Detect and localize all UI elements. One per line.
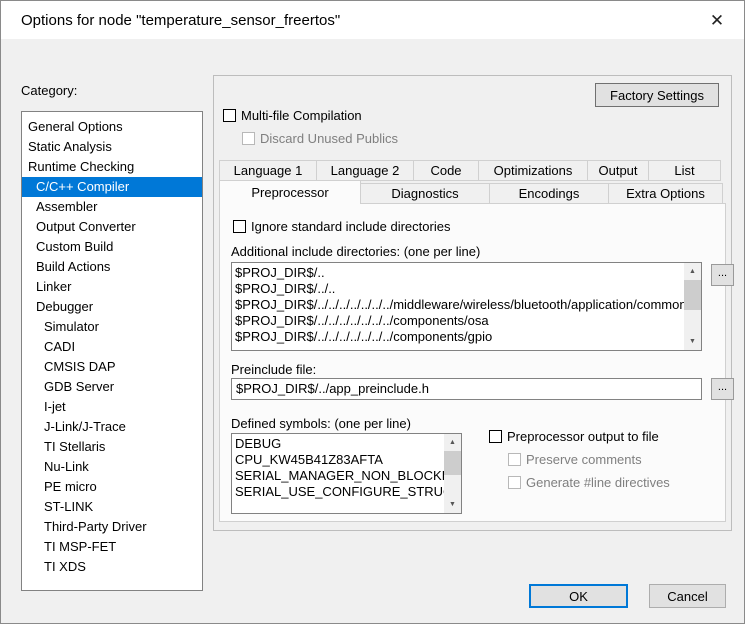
category-item-third-party-driver[interactable]: Third-Party Driver <box>22 517 202 537</box>
checkbox-box[interactable] <box>223 109 236 122</box>
preserve-comments-checkbox: Preserve comments <box>508 452 642 467</box>
discard-unused-publics-label: Discard Unused Publics <box>260 131 398 146</box>
include-dir-row[interactable]: $PROJ_DIR$/../../../../../../../middlewa… <box>232 297 684 313</box>
category-item-i-jet[interactable]: I-jet <box>22 397 202 417</box>
category-item-simulator[interactable]: Simulator <box>22 317 202 337</box>
category-item-debugger[interactable]: Debugger <box>22 297 202 317</box>
defined-symbols-scrollbar[interactable]: ▲ ▼ <box>444 434 461 513</box>
include-dirs-listbox[interactable]: ▲ ▼ $PROJ_DIR$/..$PROJ_DIR$/../..$PROJ_D… <box>231 262 702 351</box>
scroll-down-icon[interactable]: ▼ <box>444 496 461 513</box>
tab-preprocessor[interactable]: Preprocessor <box>219 180 361 204</box>
category-label: Category: <box>21 83 77 98</box>
category-list: General OptionsStatic AnalysisRuntime Ch… <box>21 111 203 591</box>
options-dialog: Options for node "temperature_sensor_fre… <box>0 0 745 624</box>
tab-language-2[interactable]: Language 2 <box>316 160 414 181</box>
tab-output[interactable]: Output <box>587 160 649 181</box>
category-item-cadi[interactable]: CADI <box>22 337 202 357</box>
category-item-gdb-server[interactable]: GDB Server <box>22 377 202 397</box>
category-item-linker[interactable]: Linker <box>22 277 202 297</box>
include-dir-row[interactable]: $PROJ_DIR$/../../../../../../../componen… <box>232 329 684 345</box>
tab-extra-options[interactable]: Extra Options <box>608 183 723 204</box>
preinclude-file-input[interactable]: $PROJ_DIR$/../app_preinclude.h <box>231 378 702 400</box>
category-item-nu-link[interactable]: Nu-Link <box>22 457 202 477</box>
cancel-button[interactable]: Cancel <box>649 584 726 608</box>
generate-line-directives-checkbox: Generate #line directives <box>508 475 670 490</box>
category-item-assembler[interactable]: Assembler <box>22 197 202 217</box>
category-item-st-link[interactable]: ST-LINK <box>22 497 202 517</box>
category-item-cmsis-dap[interactable]: CMSIS DAP <box>22 357 202 377</box>
close-icon[interactable]: ✕ <box>698 7 736 34</box>
dialog-title: Options for node "temperature_sensor_fre… <box>21 12 340 29</box>
include-dir-row[interactable]: $PROJ_DIR$/../../../../../../../componen… <box>232 313 684 329</box>
scrollbar-thumb[interactable] <box>684 280 701 310</box>
preinclude-file-label: Preinclude file: <box>231 362 316 377</box>
category-item-j-link-j-trace[interactable]: J-Link/J-Trace <box>22 417 202 437</box>
include-dirs-label: Additional include directories: (one per… <box>231 244 480 259</box>
category-item-output-converter[interactable]: Output Converter <box>22 217 202 237</box>
checkbox-box <box>508 476 521 489</box>
scroll-up-icon[interactable]: ▲ <box>444 434 461 451</box>
preprocessor-output-label: Preprocessor output to file <box>507 429 659 444</box>
defined-symbols-label: Defined symbols: (one per line) <box>231 416 411 431</box>
scroll-down-icon[interactable]: ▼ <box>684 333 701 350</box>
category-item-ti-stellaris[interactable]: TI Stellaris <box>22 437 202 457</box>
discard-unused-publics-checkbox: Discard Unused Publics <box>242 131 398 146</box>
category-item-pe-micro[interactable]: PE micro <box>22 477 202 497</box>
defined-symbol-row[interactable]: DEBUG <box>232 436 444 452</box>
title-bar: Options for node "temperature_sensor_fre… <box>1 1 744 39</box>
category-item-general-options[interactable]: General Options <box>22 117 202 137</box>
checkbox-box[interactable] <box>489 430 502 443</box>
ignore-standard-include-checkbox[interactable]: Ignore standard include directories <box>233 219 450 234</box>
scroll-up-icon[interactable]: ▲ <box>684 263 701 280</box>
checkbox-box[interactable] <box>233 220 246 233</box>
preprocessor-output-checkbox[interactable]: Preprocessor output to file <box>489 429 659 444</box>
category-item-custom-build[interactable]: Custom Build <box>22 237 202 257</box>
defined-symbol-row[interactable]: SERIAL_MANAGER_NON_BLOCKING_MODE <box>232 468 444 484</box>
category-item-runtime-checking[interactable]: Runtime Checking <box>22 157 202 177</box>
checkbox-box <box>242 132 255 145</box>
include-dirs-scrollbar[interactable]: ▲ ▼ <box>684 263 701 350</box>
include-dir-row[interactable]: $PROJ_DIR$/.. <box>232 265 684 281</box>
tab-row-2: PreprocessorDiagnosticsEncodingsExtra Op… <box>219 181 726 204</box>
defined-symbol-row[interactable]: SERIAL_USE_CONFIGURE_STRUCTURE <box>232 484 444 500</box>
defined-symbol-row[interactable]: CPU_KW45B41Z83AFTA <box>232 452 444 468</box>
defined-symbols-listbox[interactable]: ▲ ▼ DEBUGCPU_KW45B41Z83AFTASERIAL_MANAGE… <box>231 433 462 514</box>
browse-preinclude-button[interactable]: ... <box>711 378 734 400</box>
category-item-c-c-compiler[interactable]: C/C++ Compiler <box>22 177 202 197</box>
factory-settings-button[interactable]: Factory Settings <box>595 83 719 107</box>
category-item-ti-msp-fet[interactable]: TI MSP-FET <box>22 537 202 557</box>
ok-button[interactable]: OK <box>529 584 628 608</box>
scrollbar-thumb[interactable] <box>444 451 461 475</box>
tab-language-1[interactable]: Language 1 <box>219 160 317 181</box>
tab-code[interactable]: Code <box>413 160 479 181</box>
checkbox-box <box>508 453 521 466</box>
category-item-static-analysis[interactable]: Static Analysis <box>22 137 202 157</box>
tab-encodings[interactable]: Encodings <box>489 183 609 204</box>
multi-file-compilation-checkbox[interactable]: Multi-file Compilation <box>223 108 362 123</box>
preserve-comments-label: Preserve comments <box>526 452 642 467</box>
generate-line-directives-label: Generate #line directives <box>526 475 670 490</box>
category-item-ti-xds[interactable]: TI XDS <box>22 557 202 577</box>
include-dir-row[interactable]: $PROJ_DIR$/../.. <box>232 281 684 297</box>
browse-include-dirs-button[interactable]: ... <box>711 264 734 286</box>
tab-optimizations[interactable]: Optimizations <box>478 160 588 181</box>
category-item-build-actions[interactable]: Build Actions <box>22 257 202 277</box>
ignore-standard-include-label: Ignore standard include directories <box>251 219 450 234</box>
multi-file-compilation-label: Multi-file Compilation <box>241 108 362 123</box>
tab-row-1: Language 1Language 2CodeOptimizationsOut… <box>219 160 726 181</box>
tab-diagnostics[interactable]: Diagnostics <box>360 183 490 204</box>
tab-list[interactable]: List <box>648 160 721 181</box>
